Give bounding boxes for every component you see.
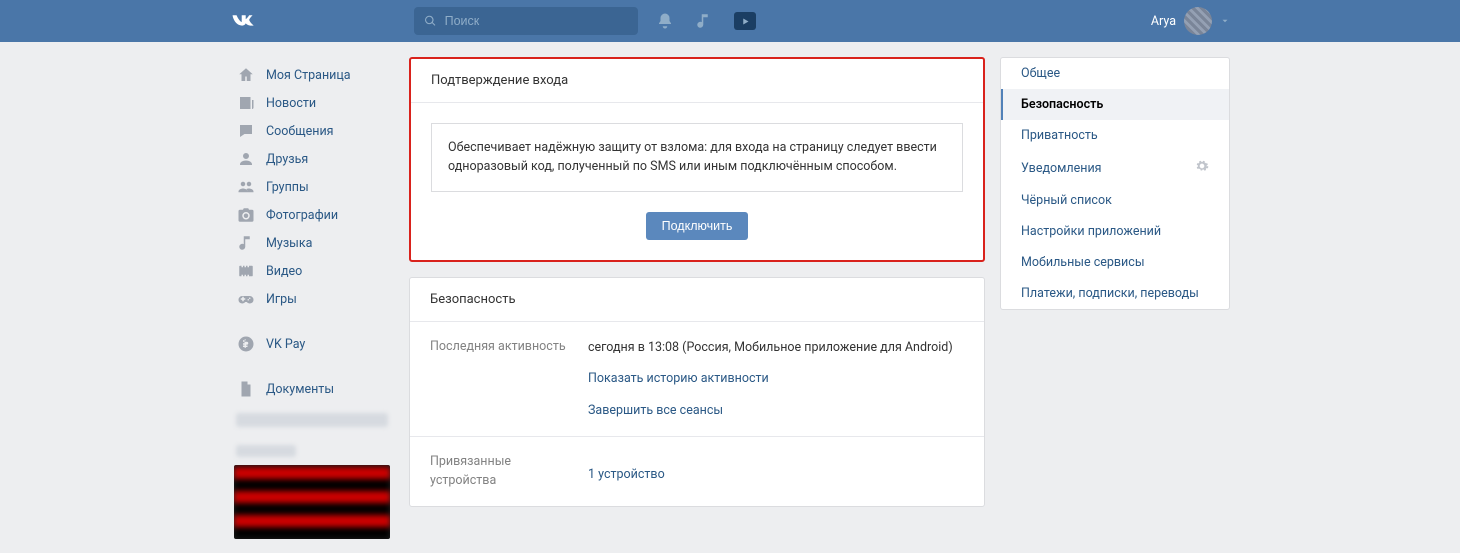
search-input[interactable]	[445, 14, 628, 28]
messages-icon	[236, 122, 256, 140]
sidebar-item-label: Группы	[266, 180, 309, 195]
last-activity-value: сегодня в 13:08 (Россия, Мобильное прило…	[588, 340, 953, 355]
user-menu[interactable]: Arya	[1151, 7, 1230, 35]
settings-tab-label: Общее	[1021, 66, 1060, 81]
login-confirmation-card: Подтверждение входа Обеспечивает надёжну…	[409, 57, 985, 262]
sidebar-item-label: Моя Страница	[266, 68, 351, 83]
sidebar-item-docs[interactable]: Документы	[230, 375, 394, 403]
settings-tab[interactable]: Мобильные сервисы	[1001, 247, 1229, 278]
sidebar-item-music[interactable]: Музыка	[230, 229, 394, 257]
settings-tab-label: Чёрный список	[1021, 193, 1112, 208]
sidebar-item-label: Друзья	[266, 152, 308, 167]
settings-tab[interactable]: Чёрный список	[1001, 185, 1229, 216]
card-title: Подтверждение входа	[411, 59, 983, 103]
sidebar-item-groups[interactable]: Группы	[230, 173, 394, 201]
video-icon	[236, 262, 256, 280]
sidebar-item-friends[interactable]: Друзья	[230, 145, 394, 173]
sidebar-item-news[interactable]: Новости	[230, 89, 394, 117]
sidebar-item-messages[interactable]: Сообщения	[230, 117, 394, 145]
gear-icon[interactable]	[1195, 159, 1209, 177]
music-icon	[236, 234, 256, 252]
settings-tab[interactable]: Общее	[1001, 58, 1229, 89]
search-icon	[424, 14, 437, 28]
video-player-icon[interactable]	[734, 12, 756, 30]
sidebar-blurred-item	[236, 413, 388, 427]
home-icon	[236, 66, 256, 84]
user-name: Arya	[1151, 14, 1176, 29]
sidebar-item-photos[interactable]: Фотографии	[230, 201, 394, 229]
settings-tab[interactable]: Приватность	[1001, 120, 1229, 151]
sidebar-item-label: Игры	[266, 292, 297, 307]
last-activity-label: Последняя активность	[430, 338, 588, 420]
settings-tab-label: Платежи, подписки, переводы	[1021, 286, 1199, 301]
docs-icon	[236, 380, 256, 398]
confirmation-description: Обеспечивает надёжную защиту от взлома: …	[431, 123, 963, 192]
sidebar-item-games[interactable]: Игры	[230, 285, 394, 313]
sidebar-item-home[interactable]: Моя Страница	[230, 61, 394, 89]
sidebar-item-pay[interactable]: VK Pay	[230, 330, 394, 358]
sidebar-blurred-label	[236, 445, 296, 457]
header-bar: Arya	[0, 0, 1460, 42]
show-activity-history-link[interactable]: Показать историю активности	[588, 369, 964, 388]
settings-tab-label: Безопасность	[1021, 97, 1103, 112]
settings-tab-label: Мобильные сервисы	[1021, 255, 1145, 270]
sidebar-item-label: Новости	[266, 96, 316, 111]
sidebar-item-label: VK Pay	[266, 337, 305, 352]
settings-tab[interactable]: Платежи, подписки, переводы	[1001, 278, 1229, 309]
settings-tab-label: Настройки приложений	[1021, 224, 1161, 239]
news-icon	[236, 94, 256, 112]
groups-icon	[236, 178, 256, 196]
end-all-sessions-link[interactable]: Завершить все сеансы	[588, 401, 964, 420]
avatar	[1184, 7, 1212, 35]
devices-link[interactable]: 1 устройство	[588, 465, 964, 484]
left-sidebar: Моя Страница Новости Сообщения Друзья Группы…	[230, 57, 394, 539]
settings-tab[interactable]: Настройки приложений	[1001, 216, 1229, 247]
sidebar-item-label: Документы	[266, 382, 334, 397]
pay-icon	[236, 335, 256, 353]
sidebar-item-label: Видео	[266, 264, 302, 279]
settings-tab[interactable]: Безопасность	[1001, 89, 1229, 120]
settings-tab-label: Приватность	[1021, 128, 1098, 143]
games-icon	[236, 290, 256, 308]
sidebar-item-label: Музыка	[266, 236, 312, 251]
card-title: Безопасность	[410, 278, 984, 322]
chevron-down-icon	[1220, 16, 1230, 26]
settings-nav: Общее Безопасность Приватность Уведомления Ч…	[1000, 57, 1230, 310]
photos-icon	[236, 206, 256, 224]
search-box[interactable]	[414, 7, 638, 35]
enable-2fa-button[interactable]: Подключить	[646, 212, 749, 240]
devices-label: Привязанные устройства	[430, 453, 588, 491]
music-icon[interactable]	[695, 12, 713, 30]
settings-tab[interactable]: Уведомления	[1001, 151, 1229, 185]
settings-tab-label: Уведомления	[1021, 161, 1102, 176]
notifications-icon[interactable]	[656, 12, 674, 30]
sidebar-item-video[interactable]: Видео	[230, 257, 394, 285]
security-card: Безопасность Последняя активность сегодн…	[409, 277, 985, 508]
friends-icon	[236, 150, 256, 168]
vk-logo[interactable]	[230, 13, 258, 29]
sidebar-item-label: Сообщения	[266, 124, 334, 139]
sidebar-thumbnail[interactable]	[234, 465, 390, 539]
sidebar-item-label: Фотографии	[266, 208, 338, 223]
